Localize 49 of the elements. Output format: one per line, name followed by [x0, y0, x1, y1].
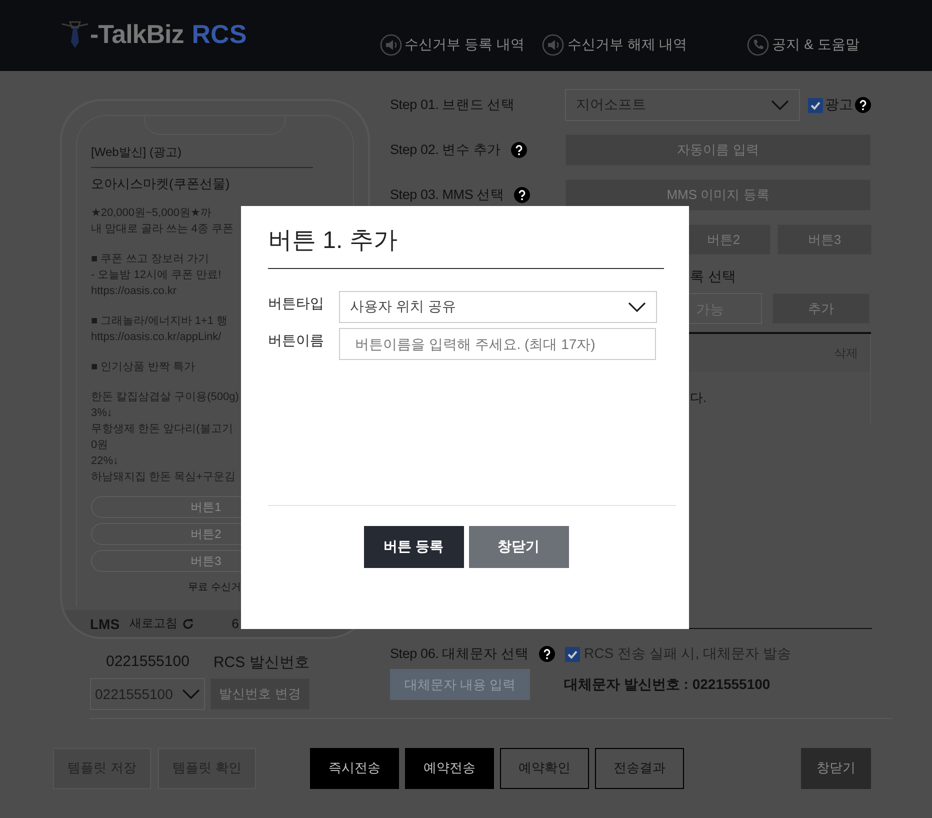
- checkbox-label: 광고: [825, 96, 853, 114]
- speaker-icon: [380, 34, 402, 56]
- nav-link[interactable]: 수신거부 등록 내역: [380, 34, 524, 56]
- field-label: 버튼이름: [268, 331, 325, 350]
- button-tab[interactable]: 버튼3: [777, 224, 872, 255]
- step-label: 록 선택: [690, 268, 736, 286]
- send-button[interactable]: 예약전송: [405, 748, 494, 788]
- chevron-down-icon: [771, 100, 789, 110]
- dialog-title: 버튼 1. 추가: [268, 224, 664, 269]
- button-name-field[interactable]: 버튼이름을 입력해 주세요. (최대 17자): [339, 328, 656, 360]
- close-button[interactable]: 창닫기: [801, 748, 871, 788]
- send-button[interactable]: 예약확인: [500, 748, 589, 788]
- add-button[interactable]: 추가: [772, 293, 870, 324]
- nav-link[interactable]: 공지 & 도움말: [747, 34, 860, 56]
- fallback-sender-number: 대체문자 발신번호 : 0221555100: [564, 676, 770, 694]
- button-type-select[interactable]: 사용자 위치 공유: [339, 291, 657, 323]
- checkbox[interactable]: [565, 646, 580, 662]
- help-icon: [511, 142, 527, 158]
- step-label: Step 02. 변수 추가: [390, 142, 501, 158]
- message-title: 오아시스마켓(쿠폰선물): [91, 176, 230, 192]
- logo-text: RCS: [192, 18, 247, 50]
- close-button[interactable]: 창닫기: [468, 526, 568, 568]
- send-button[interactable]: 즉시전송: [310, 748, 399, 788]
- help-icon: [514, 187, 530, 203]
- send-button[interactable]: 전송결과: [595, 748, 684, 788]
- auto-name-button[interactable]: 자동이름 입력: [565, 134, 871, 166]
- empty-message: 다.: [690, 389, 707, 407]
- unsubscribe-text: 무료 수신거: [188, 581, 241, 594]
- refresh-icon: [182, 618, 194, 630]
- field-label: 버튼타입: [268, 294, 325, 313]
- step-label: Step 03. MMS 선택: [390, 187, 504, 203]
- mms-image-button[interactable]: MMS 이미지 등록: [565, 179, 871, 211]
- chevron-down-icon: [182, 689, 200, 699]
- nav-link[interactable]: 수신거부 해제 내역: [542, 34, 688, 56]
- checkbox[interactable]: [808, 98, 823, 112]
- phone-icon: [747, 34, 770, 56]
- message-header: [Web발신] (광고): [91, 144, 313, 168]
- help-icon: [855, 97, 871, 113]
- chevron-down-icon: [628, 302, 646, 312]
- help-icon: [538, 646, 555, 662]
- change-number-button[interactable]: 발신번호 변경: [210, 678, 310, 710]
- register-button[interactable]: 버튼 등록: [364, 526, 464, 568]
- logo-text: -TalkBiz: [90, 18, 184, 50]
- step-label: Step 06. 대체문자 선택: [390, 646, 529, 662]
- speaker-icon: [542, 34, 564, 56]
- step-label: Step 01. 브랜드 선택: [390, 97, 515, 113]
- sender-label: RCS 발신번호: [213, 653, 310, 672]
- sender-number: 0221555100: [106, 653, 190, 672]
- fallback-content-button[interactable]: 대체문자 내용 입력: [390, 669, 530, 700]
